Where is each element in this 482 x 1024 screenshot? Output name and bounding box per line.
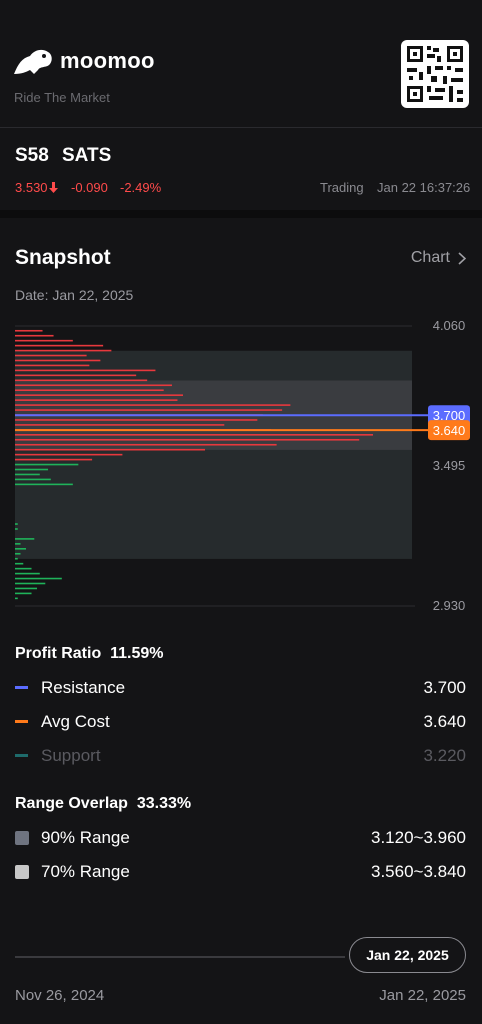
profit-chip-bar	[15, 354, 87, 357]
divider	[0, 127, 482, 128]
profit-chip-bar	[15, 453, 123, 456]
profit-chip-bar	[15, 394, 183, 396]
loss-chip-bar	[15, 592, 32, 595]
y-tick-label: 4.060	[433, 318, 466, 333]
loss-chip-bar	[15, 577, 62, 580]
loss-chip-bar	[15, 567, 32, 570]
loss-chip-bar	[15, 478, 51, 481]
support-label: Support	[41, 746, 101, 765]
profit-ratio-value: 11.59%	[110, 645, 164, 662]
avg-cost-tag-label: 3.640	[433, 423, 466, 438]
range-70-label: 70% Range	[41, 862, 130, 881]
profit-chip-bar	[15, 424, 225, 426]
loss-chip-bar	[15, 543, 21, 545]
profit-chip-bar	[15, 399, 178, 401]
stock-price: 3.530	[15, 180, 58, 195]
profit-chip-bar	[15, 359, 101, 362]
profit-chip-bar	[15, 379, 148, 382]
stock-change: -0.090	[71, 180, 108, 195]
loss-chip-bar	[15, 552, 21, 555]
loss-chip-bar	[15, 523, 18, 525]
snapshot-title: Snapshot	[15, 246, 111, 269]
trading-status: Trading	[320, 180, 364, 195]
loss-chip-bar	[15, 528, 18, 530]
loss-chip-bar	[15, 582, 46, 585]
resistance-marker-icon	[15, 686, 28, 689]
y-tick-label: 3.495	[433, 458, 466, 473]
range-90-swatch-icon	[15, 831, 29, 845]
snapshot-date: Date: Jan 22, 2025	[15, 287, 134, 303]
profit-chip-bar	[15, 344, 104, 347]
profit-ratio: Profit Ratio 11.59%	[15, 645, 164, 663]
profit-chip-bar	[15, 329, 43, 332]
profit-chip-bar	[15, 409, 283, 411]
range-70-value: 3.560~3.840	[370, 862, 466, 881]
y-tick-label: 2.930	[433, 598, 466, 613]
loss-chip-bar	[15, 587, 38, 590]
profit-chip-bar	[15, 458, 93, 461]
profit-chip-bar	[15, 438, 360, 441]
chip-distribution-chart: 3.7003.6404.0603.4952.930	[15, 318, 470, 613]
loss-chip-bar	[15, 468, 49, 471]
resistance-label: Resistance	[41, 678, 126, 697]
chart-link-label[interactable]: Chart	[411, 249, 450, 267]
profit-chip-bar	[15, 434, 373, 436]
loss-chip-bar	[15, 597, 18, 600]
loss-chip-bar	[15, 483, 73, 486]
avg-cost-value: 3.640	[423, 712, 466, 731]
loss-chip-bar	[15, 538, 35, 540]
avg-cost-marker-icon	[15, 720, 28, 723]
range-overlap-value: 33.33%	[136, 795, 192, 812]
resistance-value: 3.700	[423, 678, 466, 697]
brand-logo: moomoo	[12, 46, 155, 76]
loss-chip-bar	[15, 463, 79, 466]
profit-chip-bar	[15, 384, 172, 387]
loss-chip-bar	[15, 572, 40, 575]
stock-name: SATS	[62, 145, 112, 166]
profit-chip-bar	[15, 334, 54, 337]
profit-chip-bar	[15, 404, 291, 406]
brand-name: moomoo	[60, 48, 155, 73]
profit-chip-bar	[15, 419, 258, 421]
selected-date-handle[interactable]: Jan 22, 2025	[349, 937, 466, 973]
loss-chip-bar	[15, 473, 40, 476]
profit-chip-bar	[15, 443, 277, 446]
date-timeline-track[interactable]	[15, 956, 345, 958]
section-divider	[0, 210, 482, 218]
brand-tagline: Ride The Market	[14, 90, 110, 105]
profit-chip-bar	[15, 349, 112, 352]
range-90-label: 90% Range	[41, 828, 130, 847]
loss-chip-bar	[15, 557, 18, 560]
arrow-down-icon	[48, 182, 58, 193]
timeline-end-date: Jan 22, 2025	[379, 987, 466, 1004]
range-90-value: 3.120~3.960	[370, 828, 466, 847]
profit-ratio-label: Profit Ratio	[15, 645, 102, 662]
bull-logo-icon	[14, 49, 52, 74]
range-overlap: Range Overlap 33.33%	[15, 795, 191, 813]
range-overlap-label: Range Overlap	[15, 795, 128, 812]
qr-code-icon	[401, 40, 469, 108]
profit-chip-bar	[15, 369, 156, 372]
loss-chip-bar	[15, 562, 24, 565]
chart-link[interactable]: Chart	[411, 249, 466, 267]
support-value: 3.220	[423, 746, 466, 765]
timeline-start-date: Nov 26, 2024	[15, 987, 105, 1004]
loss-chip-bar	[15, 548, 27, 550]
support-marker-icon	[15, 754, 28, 757]
app-header: moomoo Ride The Market	[0, 0, 482, 127]
stock-change-pct: -2.49%	[120, 180, 162, 195]
chevron-right-icon	[458, 251, 466, 265]
profit-chip-bar	[15, 448, 206, 451]
profit-chip-bar	[15, 374, 137, 377]
profit-chip-bar	[15, 389, 164, 392]
avg-cost-label: Avg Cost	[41, 712, 110, 731]
profit-chip-bar	[15, 339, 73, 342]
range-70-swatch-icon	[15, 865, 29, 879]
stock-code: S58	[15, 145, 49, 166]
quote-timestamp: Jan 22 16:37:26	[377, 180, 471, 195]
profit-chip-bar	[15, 364, 90, 367]
